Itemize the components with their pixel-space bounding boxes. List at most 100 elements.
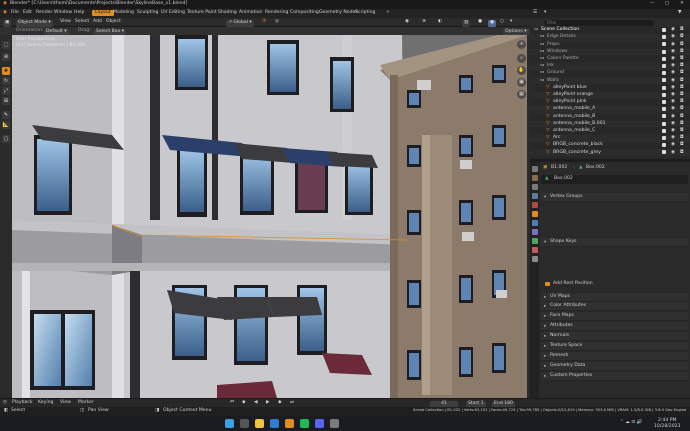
exclude-checkbox[interactable] bbox=[662, 100, 666, 104]
3d-viewport[interactable]: User Perspective (41) Scene Collection |… bbox=[12, 35, 527, 398]
properties-section[interactable]: ▾ Vertex Groups bbox=[541, 193, 688, 202]
tab-geometry-nodes[interactable]: Geometry Nodes bbox=[319, 10, 358, 16]
outliner-row[interactable]: ▽ antenna_mobile_A ◉ ◘ bbox=[530, 106, 690, 114]
hide-eye-icon[interactable]: ◉ bbox=[671, 56, 675, 62]
outliner-row[interactable]: ▭ Props ◉ ◘ bbox=[530, 41, 690, 48]
add-rest-position-checkbox[interactable] bbox=[545, 281, 550, 286]
outliner-row[interactable]: ▭ Scene Collection ◉ ◘ bbox=[530, 27, 690, 34]
cursor-tool-icon[interactable]: ⊕ bbox=[2, 53, 10, 61]
exclude-checkbox[interactable] bbox=[662, 56, 666, 61]
jump-end-icon[interactable]: ⏭ bbox=[290, 400, 294, 406]
render-camera-icon[interactable]: ◘ bbox=[680, 78, 684, 84]
gizmo-toggle-icon[interactable]: ⊕ bbox=[422, 19, 426, 25]
rotate-tool-icon[interactable]: ↻ bbox=[2, 77, 10, 85]
exclude-checkbox[interactable] bbox=[662, 150, 666, 155]
select-box-tool-icon[interactable]: ⬚ bbox=[2, 41, 10, 49]
discord-icon[interactable] bbox=[315, 419, 324, 428]
menu-object[interactable]: Object bbox=[106, 19, 121, 25]
exclude-checkbox[interactable] bbox=[662, 35, 666, 40]
outliner-row[interactable]: ▽ alleyPoint pink ◉ ◘ bbox=[530, 99, 690, 106]
tab-sculpting[interactable]: Sculpting bbox=[137, 10, 158, 16]
next-keyframe-icon[interactable]: ◆ bbox=[278, 400, 282, 406]
hide-eye-icon[interactable]: ◉ bbox=[671, 100, 675, 105]
render-camera-icon[interactable]: ◘ bbox=[680, 71, 684, 76]
editor-type-icon[interactable]: ▣ bbox=[3, 20, 12, 27]
render-camera-icon[interactable]: ◘ bbox=[680, 143, 684, 148]
exclude-checkbox[interactable] bbox=[662, 28, 666, 32]
tab-texture-paint[interactable]: Texture Paint bbox=[187, 10, 217, 16]
properties-section[interactable]: ▸ Face Maps bbox=[541, 312, 688, 321]
outliner-row[interactable]: ▽ BRGB_concrete_black ◉ ◘ bbox=[530, 142, 690, 149]
outliner-row[interactable]: ▭ Walls ◉ ◘ bbox=[530, 77, 690, 85]
menu-view[interactable]: View bbox=[60, 19, 71, 25]
hide-eye-icon[interactable]: ◉ bbox=[671, 85, 675, 91]
tab-compositing[interactable]: Compositing bbox=[290, 10, 319, 16]
menu-marker[interactable]: Marker bbox=[78, 400, 94, 406]
hide-eye-icon[interactable]: ◉ bbox=[671, 49, 675, 55]
pan-icon[interactable]: ✋ bbox=[517, 66, 526, 75]
transform-orientation-dropdown[interactable]: ↗ Global ▾ bbox=[226, 20, 254, 27]
exclude-checkbox[interactable] bbox=[662, 49, 666, 54]
spotify-icon[interactable] bbox=[300, 419, 309, 428]
exclude-checkbox[interactable] bbox=[662, 71, 666, 76]
hide-eye-icon[interactable]: ◉ bbox=[671, 121, 675, 127]
outliner-row[interactable]: ▽ antenna_mobile_C ◉ ◘ bbox=[530, 128, 690, 135]
tab-animation[interactable]: Animation bbox=[239, 10, 262, 16]
hide-eye-icon[interactable]: ◉ bbox=[671, 42, 675, 48]
scale-tool-icon[interactable]: ⤢ bbox=[2, 87, 10, 95]
filter-icon[interactable]: ▼ bbox=[678, 10, 682, 16]
edge-browser-icon[interactable] bbox=[270, 419, 279, 428]
hide-eye-icon[interactable]: ◉ bbox=[671, 28, 675, 33]
outliner-row[interactable]: ▭ Colors Palette ◉ ◘ bbox=[530, 56, 690, 63]
hide-eye-icon[interactable]: ◉ bbox=[671, 107, 675, 112]
properties-section[interactable]: ▸ Custom Properties bbox=[541, 372, 688, 381]
exclude-checkbox[interactable] bbox=[662, 64, 666, 68]
file-explorer-icon[interactable] bbox=[255, 419, 264, 428]
outliner-row[interactable]: ▽ antenna_mobile_B ◉ ◘ bbox=[530, 113, 690, 120]
tab-shading[interactable]: Shading bbox=[218, 10, 237, 16]
search-icon[interactable] bbox=[240, 419, 249, 428]
perspective-toggle-icon[interactable]: ▦ bbox=[517, 90, 526, 99]
properties-section[interactable]: ▾ Shape Keys bbox=[541, 238, 688, 247]
render-camera-icon[interactable]: ◘ bbox=[680, 35, 684, 40]
outliner-row[interactable]: ▭ Edge Details ◉ ◘ bbox=[530, 34, 690, 42]
hide-eye-icon[interactable]: ◉ bbox=[671, 150, 675, 156]
shading-solid-icon[interactable]: ● bbox=[478, 19, 482, 25]
properties-section[interactable]: ▸ UV Maps bbox=[541, 293, 688, 302]
menu-render[interactable]: Render bbox=[36, 10, 52, 16]
render-camera-icon[interactable]: ◘ bbox=[680, 42, 684, 48]
mode-dropdown[interactable]: Object Mode ▾ bbox=[16, 20, 53, 27]
add-workspace-button[interactable]: + bbox=[386, 10, 390, 16]
outliner-row[interactable]: ▭ Ink ◉ ◘ bbox=[530, 63, 690, 70]
render-camera-icon[interactable]: ◘ bbox=[680, 28, 684, 33]
tab-uv-editing[interactable]: UV Editing bbox=[161, 10, 185, 16]
visibility-icon[interactable]: ◉ bbox=[405, 19, 409, 25]
outliner-row[interactable]: ▭ Ground ◉ ◘ bbox=[530, 70, 690, 77]
outliner-row[interactable]: ▽ alleyPoint orange ◉ ◘ bbox=[530, 91, 690, 99]
render-camera-icon[interactable]: ◘ bbox=[680, 114, 684, 120]
close-button[interactable]: ✕ bbox=[680, 1, 684, 7]
exclude-checkbox[interactable] bbox=[662, 128, 666, 133]
exclude-checkbox[interactable] bbox=[662, 143, 666, 148]
axis-gizmo-icon[interactable]: ✛ bbox=[517, 40, 526, 49]
render-camera-icon[interactable]: ◘ bbox=[680, 107, 684, 112]
render-camera-icon[interactable]: ◘ bbox=[680, 136, 684, 141]
add-rest-position-row[interactable]: Add Rest Position bbox=[543, 280, 683, 288]
render-camera-icon[interactable]: ◘ bbox=[680, 49, 684, 55]
proportional-edit-icon[interactable]: ◎ bbox=[275, 19, 279, 25]
render-camera-icon[interactable]: ◘ bbox=[680, 92, 684, 98]
outliner-row[interactable]: ▽ antenna_mobile_B.001 ◉ ◘ bbox=[530, 120, 690, 128]
properties-section[interactable]: ▸ Attributes bbox=[541, 322, 688, 331]
outliner-editor-icon[interactable]: ☰ bbox=[533, 10, 537, 16]
menu-add[interactable]: Add bbox=[93, 19, 102, 25]
hide-eye-icon[interactable]: ◉ bbox=[671, 35, 675, 40]
blender-taskbar-icon[interactable] bbox=[285, 419, 294, 428]
hide-eye-icon[interactable]: ◉ bbox=[671, 128, 675, 134]
hide-eye-icon[interactable]: ◉ bbox=[671, 114, 675, 120]
exclude-checkbox[interactable] bbox=[662, 107, 666, 112]
render-camera-icon[interactable]: ◘ bbox=[680, 56, 684, 62]
xray-toggle-icon[interactable]: ▥ bbox=[462, 20, 471, 27]
exclude-checkbox[interactable] bbox=[662, 136, 666, 140]
settings-icon[interactable] bbox=[330, 419, 339, 428]
outliner-row[interactable]: ▽ alleyPoint blue ◉ ◘ bbox=[530, 85, 690, 92]
